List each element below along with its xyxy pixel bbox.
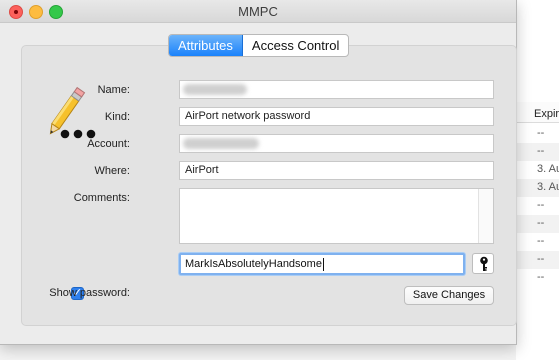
background-list-row[interactable]: -- (516, 143, 559, 161)
name-label: Name: (97, 84, 130, 96)
background-list-row[interactable]: 3. Au (516, 161, 559, 179)
kind-field[interactable]: AirPort network password (179, 107, 494, 126)
key-icon (480, 256, 488, 271)
comments-scrollbar[interactable] (478, 189, 493, 243)
background-list-row[interactable]: -- (516, 269, 559, 287)
text-caret (322, 257, 324, 271)
password-pencil-icon (49, 86, 96, 139)
background-list-row[interactable]: -- (516, 215, 559, 233)
kind-label: Kind: (104, 111, 130, 123)
where-field[interactable]: AirPort (179, 161, 494, 180)
tab-attributes[interactable]: Attributes (169, 35, 243, 56)
expiry-column-header: Expir (534, 108, 559, 120)
redacted-name (183, 84, 247, 95)
keychain-item-window: MMPC Attributes Access Control Name: Kin… (0, 0, 517, 345)
background-list-row[interactable]: 3. Au (516, 179, 559, 197)
redacted-account (183, 138, 259, 149)
where-label: Where: (94, 165, 130, 177)
comments-textarea[interactable] (179, 188, 494, 244)
account-label: Account: (87, 138, 130, 150)
title-bar[interactable]: MMPC (0, 0, 516, 23)
window-title: MMPC (238, 4, 278, 19)
comments-label: Comments: (73, 192, 130, 204)
background-list-row[interactable]: -- (516, 233, 559, 251)
password-field[interactable]: MarkIsAbsolutelyHandsome (179, 253, 465, 275)
tab-bar: Attributes Access Control (168, 34, 350, 57)
tab-access-control[interactable]: Access Control (243, 35, 348, 56)
background-list-row[interactable]: -- (516, 125, 559, 143)
show-password-label: Show password: (49, 287, 130, 299)
password-assistant-button[interactable] (472, 253, 494, 274)
name-field[interactable] (179, 80, 494, 99)
save-changes-button[interactable]: Save Changes (404, 286, 494, 305)
background-app-list: Expir -- -- 3. Au 3. Au -- -- -- -- -- (516, 0, 559, 360)
account-field[interactable] (179, 134, 494, 153)
background-list-row[interactable]: -- (516, 197, 559, 215)
background-list-row[interactable]: -- (516, 251, 559, 269)
